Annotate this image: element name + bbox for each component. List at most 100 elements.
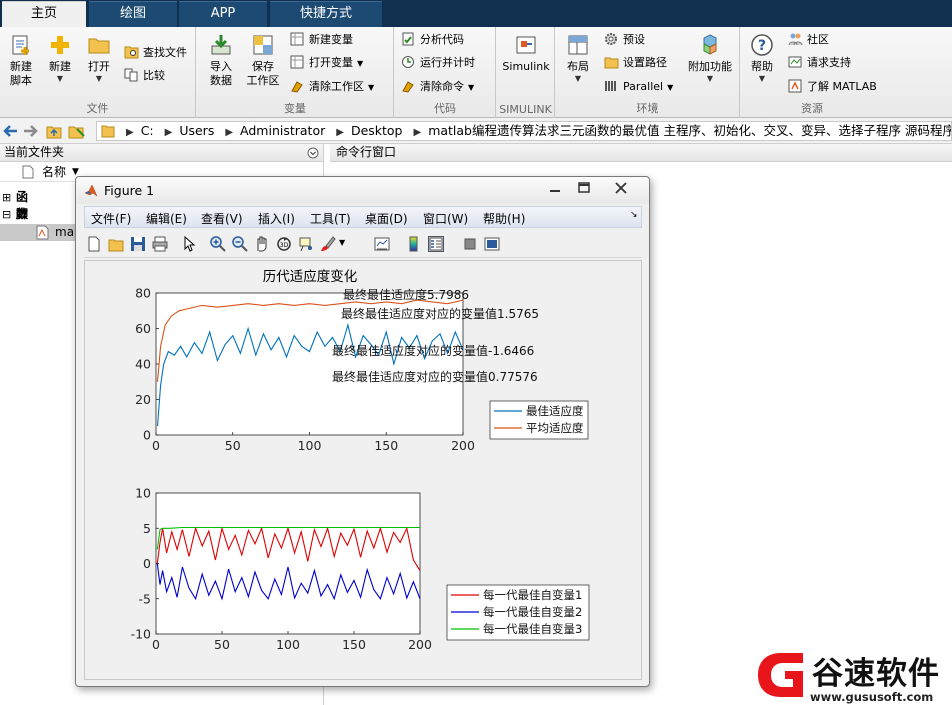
up-folder-icon[interactable]	[46, 123, 62, 139]
help-button[interactable]: ? 帮助 ▼	[745, 33, 779, 84]
find-files-button[interactable]: 查找文件	[124, 43, 187, 63]
learn-matlab-button[interactable]: 了解 MATLAB	[788, 77, 877, 97]
open-button[interactable]: 打开 ▼	[83, 33, 115, 84]
new-variable-button[interactable]: 新建变量	[290, 30, 353, 50]
import-data-button[interactable]: 导入 数据	[203, 33, 239, 88]
preferences-button[interactable]: 预设	[604, 30, 645, 50]
compare-button[interactable]: 比较	[124, 66, 165, 86]
tab-apps[interactable]: APP	[179, 1, 267, 27]
menu-view[interactable]: 查看(V)	[201, 210, 243, 227]
run-and-time-button[interactable]: 运行并计时	[401, 53, 475, 73]
zoom-in-icon[interactable]	[210, 236, 226, 252]
clear-workspace-button[interactable]: 清除工作区 ▼	[290, 77, 374, 97]
parallel-button[interactable]: Parallel ▼	[604, 77, 673, 97]
gear-icon	[605, 33, 617, 45]
save-icon[interactable]	[130, 236, 146, 252]
parallel-label: Parallel	[623, 80, 664, 93]
simulink-group: Simulink SIMULINK	[497, 27, 555, 118]
watermark: 谷速软件 www.gususoft.com	[750, 644, 952, 705]
current-folder-path[interactable]: ▶ C: ▶ Users ▶ Administrator ▶ Desktop ▶ matl…	[96, 121, 952, 141]
new-script-button[interactable]: 新建 脚本	[3, 33, 39, 88]
y-tick-label: 0	[143, 556, 151, 571]
tab-shortcuts[interactable]: 快捷方式	[270, 1, 382, 27]
fitness-axes[interactable]: 历代适应度变化 0 50 100 150 200 0 20 40 60 80 最终最佳适应度5.7…	[135, 268, 589, 453]
set-path-label: 设置路径	[623, 56, 667, 69]
request-support-button[interactable]: 请求支持	[788, 53, 851, 73]
y-tick-label: -10	[131, 627, 151, 642]
insert-colorbar-icon[interactable]	[406, 236, 422, 252]
link-plot-icon[interactable]	[374, 236, 390, 252]
minimize-button[interactable]	[541, 180, 569, 196]
crumb-users[interactable]: Users	[177, 122, 216, 140]
dock-arrow-icon[interactable]: ↘	[630, 210, 638, 220]
menu-file[interactable]: 文件(F)	[91, 210, 131, 227]
menu-tools[interactable]: 工具(T)	[310, 210, 351, 227]
new-button[interactable]: 新建 ▼	[44, 33, 76, 84]
environment-group-label: 环境	[636, 102, 659, 115]
variables-axes[interactable]: 0 50 100 150 200 -10 -5 0 5 10 每一代最佳自变量1 每一代最佳自变量2…	[131, 486, 590, 653]
layout-button[interactable]: 布局 ▼	[560, 33, 596, 84]
folder-icon	[101, 125, 115, 138]
show-plot-tools-icon[interactable]	[484, 236, 500, 252]
legend-label: 每一代最佳自变量2	[483, 605, 582, 619]
menu-insert[interactable]: 插入(I)	[258, 210, 295, 227]
community-button[interactable]: 社区	[788, 30, 829, 50]
command-window-title: 命令行窗口	[336, 145, 397, 159]
file-icon	[22, 165, 34, 179]
tree-item-label: ma	[55, 225, 75, 239]
figure-window[interactable]: Figure 1 文件(F) 编辑(E) 查看(V) 插入(I) 工具(T) 桌…	[75, 176, 650, 687]
pan-hand-icon[interactable]	[254, 236, 270, 252]
save-workspace-button[interactable]: 保存 工作区	[245, 33, 281, 88]
tab-plots[interactable]: 绘图	[89, 1, 177, 27]
figure-canvas[interactable]: 历代适应度变化 0 50 100 150 200 0 20 40 60 80 最终最佳适应度5.7…	[84, 260, 642, 680]
menu-desktop[interactable]: 桌面(D)	[365, 210, 408, 227]
zoom-out-icon[interactable]	[232, 236, 248, 252]
y-tick-label: 20	[135, 392, 151, 407]
community-label: 社区	[807, 33, 829, 46]
print-icon[interactable]	[152, 236, 168, 252]
name-column-label: 名称	[42, 165, 67, 179]
crumb-desktop[interactable]: Desktop	[349, 122, 405, 140]
help-icon: ?	[751, 34, 773, 56]
panel-menu-icon[interactable]	[307, 147, 319, 159]
insert-legend-icon[interactable]	[428, 236, 444, 252]
layout-dropdown-icon: ▼	[574, 74, 582, 83]
simulink-button[interactable]: Simulink	[499, 33, 553, 74]
crumb-project-folder[interactable]: matlab编程遗传算法求三元函数的最优值 主程序、初始化、交叉、变异、选择子程…	[426, 122, 951, 140]
brush-dropdown-icon[interactable]: ▼	[339, 238, 345, 247]
legend[interactable]: 每一代最佳自变量1 每一代最佳自变量2 每一代最佳自变量3	[446, 584, 590, 641]
crumb-administrator[interactable]: Administrator	[238, 122, 327, 140]
analyze-code-button[interactable]: 分析代码	[401, 30, 464, 50]
collapse-icon[interactable]: ⊟	[2, 206, 11, 223]
folder-open-icon	[88, 38, 110, 54]
brush-icon[interactable]	[320, 236, 336, 252]
close-button[interactable]	[599, 180, 643, 196]
open-variable-button[interactable]: 打开变量 ▼	[290, 53, 363, 73]
restore-button[interactable]	[570, 180, 598, 196]
menu-window[interactable]: 窗口(W)	[423, 210, 468, 227]
legend[interactable]: 最佳适应度平均适应度	[489, 400, 589, 440]
browse-folder-icon[interactable]	[68, 123, 86, 139]
crumb-drive[interactable]: C:	[139, 122, 156, 140]
tab-home[interactable]: 主页	[2, 1, 86, 27]
addons-button[interactable]: 附加功能 ▼	[684, 33, 736, 84]
pointer-icon[interactable]	[182, 236, 198, 252]
rotate-3d-icon[interactable]: 3D	[276, 236, 292, 252]
forward-arrow-icon[interactable]	[23, 124, 39, 138]
open-file-icon[interactable]	[108, 236, 124, 252]
menu-edit[interactable]: 编辑(E)	[146, 210, 187, 227]
analyze-code-label: 分析代码	[420, 33, 464, 46]
addons-label: 附加功能	[688, 60, 732, 73]
new-variable-icon	[290, 32, 304, 46]
expand-icon[interactable]: ⊞	[2, 189, 11, 206]
address-bar: ▶ C: ▶ Users ▶ Administrator ▶ Desktop ▶ matl…	[0, 118, 952, 144]
menu-help[interactable]: 帮助(H)	[483, 210, 525, 227]
clear-commands-button[interactable]: 清除命令 ▼	[401, 77, 474, 97]
figure-titlebar[interactable]: Figure 1	[76, 177, 649, 204]
data-cursor-icon[interactable]	[298, 236, 314, 252]
back-arrow-icon[interactable]	[2, 124, 18, 138]
hide-plot-tools-icon[interactable]	[462, 236, 478, 252]
set-path-button[interactable]: 设置路径	[604, 53, 667, 73]
new-figure-icon[interactable]	[86, 236, 102, 252]
addons-dropdown-icon: ▼	[706, 74, 714, 83]
